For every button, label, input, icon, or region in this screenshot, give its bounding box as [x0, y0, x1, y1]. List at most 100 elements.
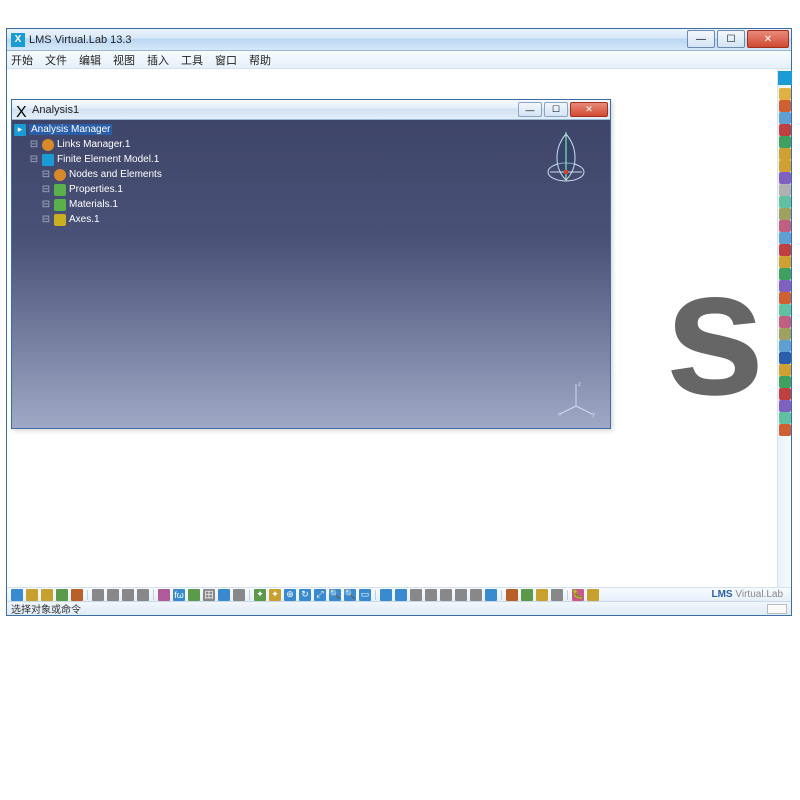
- bottom-tool-button[interactable]: [536, 589, 548, 601]
- tree-root[interactable]: ▸ Analysis Manager: [14, 122, 610, 137]
- right-tool-button[interactable]: [779, 388, 791, 400]
- right-tool-button[interactable]: [779, 88, 791, 100]
- fem-icon: [42, 154, 54, 166]
- svg-text:y: y: [592, 412, 595, 418]
- viewport-3d[interactable]: ▸ Analysis Manager ⊟Links Manager.1⊟Fini…: [12, 120, 610, 428]
- right-tool-button[interactable]: [779, 244, 791, 256]
- bottom-tool-button[interactable]: ✦: [269, 589, 281, 601]
- right-tool-button[interactable]: [779, 196, 791, 208]
- right-tool-button[interactable]: [779, 316, 791, 328]
- tree-item[interactable]: ⊟Nodes and Elements: [14, 167, 610, 182]
- tree-item[interactable]: ⊟Finite Element Model.1: [14, 152, 610, 167]
- menu-item[interactable]: 编辑: [79, 52, 101, 68]
- menu-item[interactable]: 窗口: [215, 52, 237, 68]
- bottom-tool-button[interactable]: [188, 589, 200, 601]
- props-icon: [54, 184, 66, 196]
- menu-item[interactable]: 文件: [45, 52, 67, 68]
- bottom-tool-button[interactable]: 🔍: [344, 589, 356, 601]
- right-tool-button[interactable]: [779, 424, 791, 436]
- tree-item[interactable]: ⊟Links Manager.1: [14, 137, 610, 152]
- bottom-tool-button[interactable]: [380, 589, 392, 601]
- bottom-tool-button[interactable]: [425, 589, 437, 601]
- bottom-tool-button[interactable]: [233, 589, 245, 601]
- bottom-tool-button[interactable]: [410, 589, 422, 601]
- bottom-tool-button[interactable]: [158, 589, 170, 601]
- maximize-button[interactable]: ☐: [717, 30, 745, 48]
- menu-item[interactable]: 插入: [147, 52, 169, 68]
- right-tool-button[interactable]: [779, 136, 791, 148]
- bottom-tool-button[interactable]: ✦: [254, 589, 266, 601]
- titlebar[interactable]: X LMS Virtual.Lab 13.3 — ☐ ✕: [7, 29, 791, 51]
- tree-connector-icon: ⊟: [41, 214, 51, 225]
- tree-item[interactable]: ⊟Properties.1: [14, 182, 610, 197]
- right-tool-button[interactable]: [779, 364, 791, 376]
- bottom-tool-button[interactable]: [122, 589, 134, 601]
- right-tool-button[interactable]: [779, 340, 791, 352]
- minimize-button[interactable]: —: [687, 30, 715, 48]
- sub-close-button[interactable]: ✕: [570, 102, 608, 117]
- bottom-tool-button[interactable]: ↻: [299, 589, 311, 601]
- bottom-tool-button[interactable]: ▭: [359, 589, 371, 601]
- menu-item[interactable]: 帮助: [249, 52, 271, 68]
- bottom-tool-button[interactable]: [107, 589, 119, 601]
- right-tool-button[interactable]: [779, 220, 791, 232]
- bottom-tool-button[interactable]: [56, 589, 68, 601]
- right-tool-button[interactable]: [779, 184, 791, 196]
- menu-item[interactable]: 视图: [113, 52, 135, 68]
- sub-titlebar[interactable]: X Analysis1 — ☐ ✕: [12, 100, 610, 120]
- bottom-tool-button[interactable]: ⊕: [284, 589, 296, 601]
- bottom-tool-button[interactable]: [395, 589, 407, 601]
- right-tool-button[interactable]: [779, 148, 791, 160]
- model-tree[interactable]: ▸ Analysis Manager ⊟Links Manager.1⊟Fini…: [12, 120, 610, 227]
- right-tool-button[interactable]: [779, 208, 791, 220]
- bottom-tool-button[interactable]: [506, 589, 518, 601]
- bottom-tool-button[interactable]: ⤢: [314, 589, 326, 601]
- right-tool-button[interactable]: [779, 304, 791, 316]
- bottom-tool-button[interactable]: [470, 589, 482, 601]
- bottom-tool-button[interactable]: [137, 589, 149, 601]
- bottom-tool-button[interactable]: fω: [173, 589, 185, 601]
- right-tool-button[interactable]: [779, 256, 791, 268]
- tree-item[interactable]: ⊟Materials.1: [14, 197, 610, 212]
- menu-item[interactable]: 工具: [181, 52, 203, 68]
- bottom-tool-button[interactable]: [551, 589, 563, 601]
- right-tool-button[interactable]: [779, 124, 791, 136]
- bottom-tool-button[interactable]: 🔍: [329, 589, 341, 601]
- right-tool-button[interactable]: [779, 232, 791, 244]
- menu-item[interactable]: 开始: [11, 52, 33, 68]
- bottom-tool-button[interactable]: [71, 589, 83, 601]
- sub-maximize-button[interactable]: ☐: [544, 102, 568, 117]
- tree-item[interactable]: ⊟Axes.1: [14, 212, 610, 227]
- right-tool-button[interactable]: [779, 280, 791, 292]
- right-tool-button[interactable]: [779, 412, 791, 424]
- toolbar-separator: [375, 590, 376, 600]
- right-tool-button[interactable]: [779, 268, 791, 280]
- bottom-tool-button[interactable]: [92, 589, 104, 601]
- right-tool-button[interactable]: [779, 328, 791, 340]
- nodes-icon: [54, 169, 66, 181]
- right-tool-button[interactable]: [779, 376, 791, 388]
- sub-minimize-button[interactable]: —: [518, 102, 542, 117]
- right-tool-button[interactable]: [779, 160, 791, 172]
- close-button[interactable]: ✕: [747, 30, 789, 48]
- bottom-tool-button[interactable]: [587, 589, 599, 601]
- bottom-tool-button[interactable]: [485, 589, 497, 601]
- bottom-tool-button[interactable]: 🐛: [572, 589, 584, 601]
- tree-root-label[interactable]: Analysis Manager: [29, 124, 112, 135]
- bottom-tool-button[interactable]: [521, 589, 533, 601]
- compass-gizmo[interactable]: [542, 128, 590, 186]
- right-tool-button[interactable]: [779, 352, 791, 364]
- right-tool-button[interactable]: [779, 292, 791, 304]
- right-toolbar-header-icon[interactable]: [778, 71, 792, 85]
- bottom-tool-button[interactable]: [26, 589, 38, 601]
- bottom-tool-button[interactable]: [455, 589, 467, 601]
- right-tool-button[interactable]: [779, 100, 791, 112]
- right-tool-button[interactable]: [779, 400, 791, 412]
- bottom-tool-button[interactable]: [218, 589, 230, 601]
- right-tool-button[interactable]: [779, 112, 791, 124]
- bottom-tool-button[interactable]: [11, 589, 23, 601]
- bottom-tool-button[interactable]: 田: [203, 589, 215, 601]
- right-tool-button[interactable]: [779, 172, 791, 184]
- bottom-tool-button[interactable]: [41, 589, 53, 601]
- bottom-tool-button[interactable]: [440, 589, 452, 601]
